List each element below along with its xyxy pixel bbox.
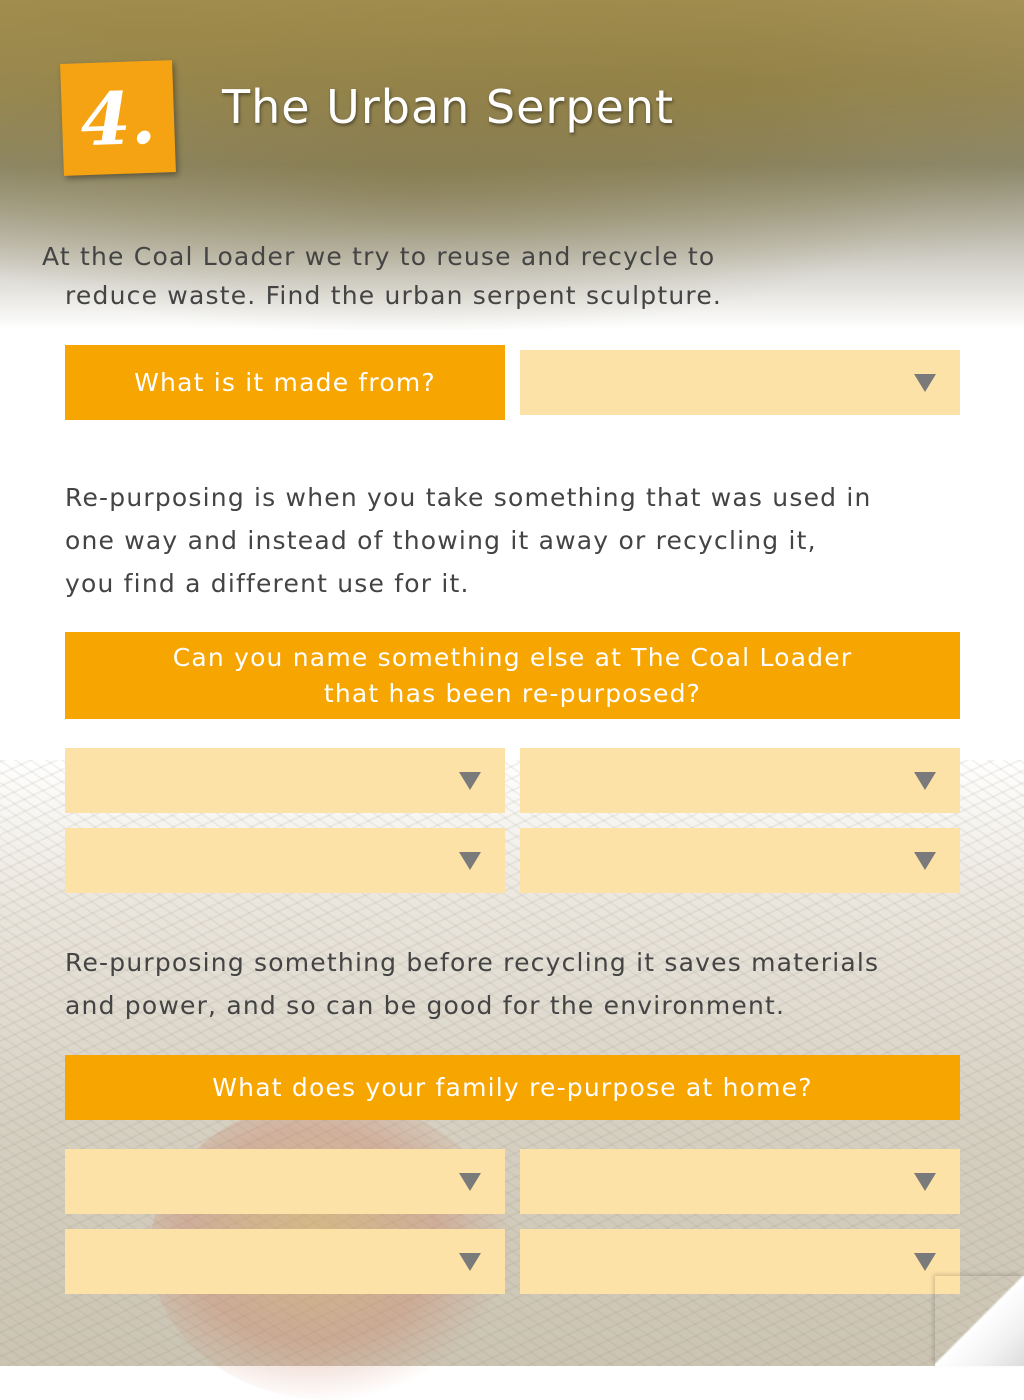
- environment-text-line-2: and power, and so can be good for the en…: [65, 991, 786, 1020]
- repurposing-definition-line-2: one way and instead of thowing it away o…: [65, 526, 817, 555]
- question-made-from: What is it made from?: [65, 345, 505, 420]
- page-title: The Urban Serpent: [222, 80, 675, 134]
- environment-text-line-1: Re-purposing something before recycling …: [65, 948, 880, 977]
- dropdown-arrow-icon: [459, 1253, 481, 1271]
- question-other-repurposed-line-2: that has been re-purposed?: [323, 678, 702, 708]
- repurposing-definition-line-1: Re-purposing is when you take something …: [65, 483, 872, 512]
- dropdown-arrow-icon: [914, 1253, 936, 1271]
- answer-family-dropdown-2[interactable]: [520, 1149, 960, 1214]
- answer-repurposed-dropdown-4[interactable]: [520, 828, 960, 893]
- dropdown-arrow-icon: [914, 1173, 936, 1191]
- answer-repurposed-dropdown-3[interactable]: [65, 828, 505, 893]
- answer-made-from-dropdown[interactable]: [520, 350, 960, 415]
- dropdown-arrow-icon: [914, 852, 936, 870]
- dropdown-arrow-icon: [459, 772, 481, 790]
- answer-family-dropdown-3[interactable]: [65, 1229, 505, 1294]
- dropdown-arrow-icon: [459, 852, 481, 870]
- intro-text-line-2: reduce waste. Find the urban serpent scu…: [65, 281, 723, 310]
- dropdown-arrow-icon: [914, 374, 936, 392]
- page-curl-icon[interactable]: [935, 1276, 1024, 1366]
- repurposing-definition-line-3: you find a different use for it.: [65, 569, 470, 598]
- question-made-from-label: What is it made from?: [134, 367, 436, 397]
- answer-family-dropdown-1[interactable]: [65, 1149, 505, 1214]
- dropdown-arrow-icon: [459, 1173, 481, 1191]
- answer-repurposed-dropdown-2[interactable]: [520, 748, 960, 813]
- intro-text-line-1: At the Coal Loader we try to reuse and r…: [42, 242, 716, 271]
- dropdown-arrow-icon: [914, 772, 936, 790]
- question-other-repurposed-line-1: Can you name something else at The Coal …: [172, 642, 853, 672]
- step-number-badge: 4.: [60, 60, 176, 176]
- question-family-repurpose-label: What does your family re-purpose at home…: [212, 1072, 813, 1102]
- repurposing-definition-text: Re-purposing is when you take something …: [65, 476, 872, 605]
- step-number: 4.: [78, 74, 158, 162]
- question-other-repurposed: Can you name something else at The Coal …: [65, 632, 960, 719]
- question-family-repurpose: What does your family re-purpose at home…: [65, 1055, 960, 1120]
- question-other-repurposed-label: Can you name something else at The Coal …: [83, 640, 943, 712]
- environment-text: Re-purposing something before recycling …: [65, 941, 879, 1027]
- answer-family-dropdown-4[interactable]: [520, 1229, 960, 1294]
- answer-repurposed-dropdown-1[interactable]: [65, 748, 505, 813]
